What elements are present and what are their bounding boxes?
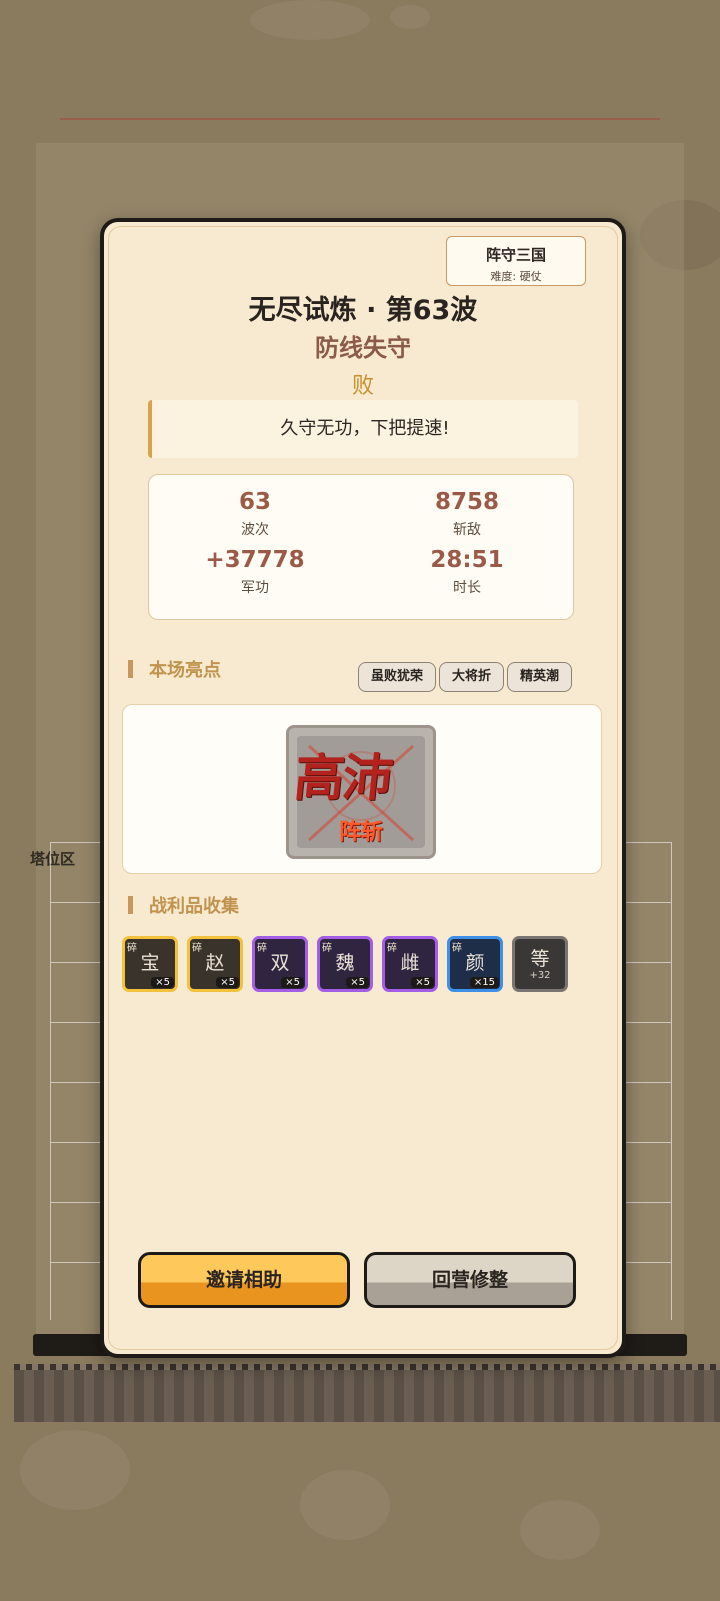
bg-cloud	[300, 1470, 390, 1540]
item-char: 颜	[465, 952, 485, 974]
highlight-card: 高沛 阵斩	[122, 704, 602, 874]
loot-item[interactable]: 碎 赵 ×5	[187, 936, 243, 992]
game-badge: 阵守三国 难度: 硬仗	[446, 236, 586, 286]
loot-list: 碎 宝 ×5 碎 赵 ×5 碎 双 ×5 碎 魏 ×5 碎 雌 ×5 碎 颜 ×…	[122, 936, 577, 992]
result-quote: 久守无功，下把提速!	[148, 400, 578, 458]
bg-cloud	[390, 5, 430, 29]
more-count: +32	[529, 970, 551, 981]
heading-bar	[128, 896, 133, 914]
defeated-general-portrait[interactable]: 高沛 阵斩	[286, 725, 436, 859]
result-outcome: 败	[351, 374, 374, 399]
stats-panel: 63 波次 8758 斩敌 +37778 军功 28:51 时长	[148, 474, 574, 620]
loot-heading: 战利品收集	[128, 892, 239, 918]
battle-result-modal: 阵守三国 难度: 硬仗 无尽试炼 · 第63波 防线失守 败 久守无功，下把提速…	[100, 218, 626, 1358]
loot-item[interactable]: 碎 双 ×5	[252, 936, 308, 992]
city-wall	[14, 1370, 720, 1422]
stat-merit: +37778 军功	[149, 547, 361, 597]
loot-item[interactable]: 碎 雌 ×5	[382, 936, 438, 992]
stat-value: 28:51	[430, 547, 504, 573]
stat-label: 斩敌	[453, 522, 481, 538]
top-divider	[60, 118, 660, 120]
stat-value: +37778	[205, 547, 305, 573]
item-count: ×5	[411, 977, 434, 988]
loot-item[interactable]: 碎 颜 ×15	[447, 936, 503, 992]
tower-grid-right	[618, 842, 672, 1320]
item-count: ×15	[469, 977, 499, 988]
stat-waves: 63 波次	[149, 489, 361, 539]
bg-cloud	[250, 0, 370, 40]
item-count: ×5	[151, 977, 174, 988]
stat-label: 时长	[453, 580, 481, 596]
loot-item[interactable]: 碎 宝 ×5	[122, 936, 178, 992]
stat-label: 波次	[241, 522, 269, 538]
stat-kills: 8758 斩敌	[361, 489, 573, 539]
item-count: ×5	[216, 977, 239, 988]
highlight-tag[interactable]: 精英潮	[507, 662, 573, 692]
general-name: 高沛	[291, 749, 394, 807]
stat-label: 军功	[241, 580, 269, 596]
loot-item[interactable]: 碎 魏 ×5	[317, 936, 373, 992]
game-name: 阵守三国	[485, 246, 546, 264]
result-subtitle: 防线失守	[315, 334, 411, 362]
highlights-heading: 本场亮点	[128, 656, 221, 682]
item-count: ×5	[281, 977, 304, 988]
stat-duration: 28:51 时长	[361, 547, 573, 597]
item-char: 等	[530, 948, 550, 970]
loot-heading-text: 战利品收集	[149, 896, 239, 917]
item-count: ×5	[346, 977, 369, 988]
result-title: 无尽试炼 · 第63波	[248, 295, 478, 326]
tower-grid-left	[50, 842, 102, 1320]
item-char: 宝	[140, 952, 160, 974]
stat-value: 63	[238, 489, 271, 515]
item-char: 双	[270, 952, 290, 974]
bg-cloud	[520, 1500, 600, 1560]
bg-cloud	[20, 1430, 130, 1510]
loot-more-item[interactable]: 等 +32	[512, 936, 568, 992]
item-char: 魏	[335, 952, 355, 974]
return-camp-button[interactable]: 回营修整	[364, 1252, 576, 1308]
difficulty-label: 难度: 硬仗	[490, 270, 542, 283]
stat-value: 8758	[434, 489, 499, 515]
highlight-tag[interactable]: 虽败犹荣	[358, 662, 437, 692]
highlight-tags: 虽败犹荣 大将折 精英潮	[358, 662, 575, 692]
highlight-tag[interactable]: 大将折	[439, 662, 505, 692]
item-char: 赵	[205, 952, 225, 974]
kill-tag: 阵斩	[338, 820, 383, 845]
highlights-heading-text: 本场亮点	[149, 660, 221, 681]
invite-help-button[interactable]: 邀请相助	[138, 1252, 350, 1308]
heading-bar	[128, 660, 133, 678]
item-char: 雌	[400, 952, 420, 974]
